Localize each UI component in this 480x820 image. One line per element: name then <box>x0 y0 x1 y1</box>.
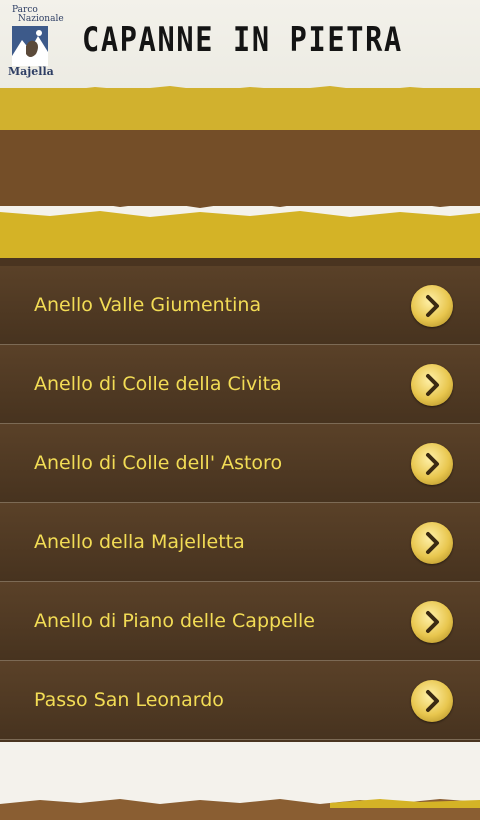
route-item-valle-giumentina[interactable]: Anello Valle Giumentina <box>0 266 480 345</box>
chevron-right-icon[interactable] <box>411 522 453 564</box>
route-item-majelletta[interactable]: Anello della Majelletta <box>0 503 480 582</box>
route-label: Anello Valle Giumentina <box>34 294 262 316</box>
route-item-colle-dell-astoro[interactable]: Anello di Colle dell' Astoro <box>0 424 480 503</box>
chevron-right-icon[interactable] <box>411 285 453 327</box>
route-label: Anello di Colle dell' Astoro <box>34 452 283 474</box>
app-header: Parco Nazionale Majella CAPANNE IN PIETR… <box>0 0 480 92</box>
chevron-right-icon[interactable] <box>411 601 453 643</box>
logo-text-line3: Majella <box>8 65 54 78</box>
app-title: CAPANNE IN PIETRA <box>82 20 403 60</box>
chevron-right-icon[interactable] <box>411 680 453 722</box>
route-item-piano-delle-cappelle[interactable]: Anello di Piano delle Cappelle <box>0 582 480 661</box>
route-list: Anello Valle Giumentina Anello di Colle … <box>0 266 480 742</box>
route-item-passo-san-leonardo[interactable]: Passo San Leonardo <box>0 661 480 740</box>
route-label: Passo San Leonardo <box>34 689 224 711</box>
decor-torn-edge <box>0 86 480 98</box>
route-label: Anello di Piano delle Cappelle <box>34 610 316 632</box>
route-label: Anello della Majelletta <box>34 531 245 553</box>
decor-torn-edge-2 <box>0 196 480 220</box>
chevron-right-icon[interactable] <box>411 443 453 485</box>
route-item-colle-della-civita[interactable]: Anello di Colle della Civita <box>0 345 480 424</box>
decor-bottom-band <box>0 799 480 820</box>
logo-text-line2: Nazionale <box>18 14 64 24</box>
park-logo-icon <box>12 26 48 66</box>
park-logo: Parco Nazionale Majella <box>8 4 64 80</box>
route-label: Anello di Colle della Civita <box>34 373 282 395</box>
chevron-right-icon[interactable] <box>411 364 453 406</box>
